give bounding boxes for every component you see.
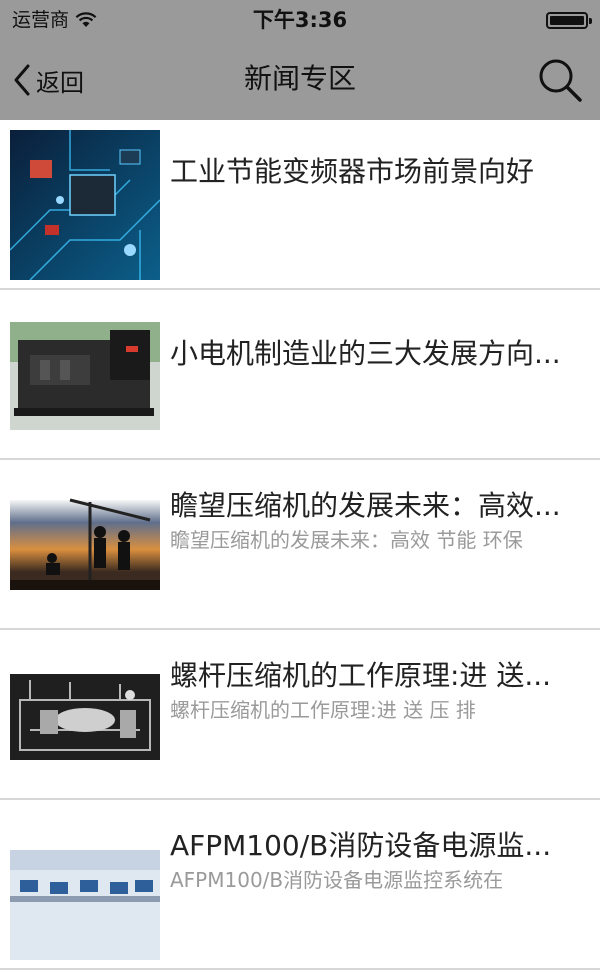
news-item[interactable]: 工业节能变频器市场前景向好 bbox=[0, 120, 600, 290]
news-title: 小电机制造业的三大发展方向... bbox=[170, 337, 561, 370]
navigation-bar: 返回 新闻专区 bbox=[0, 40, 600, 120]
news-title: 工业节能变频器市场前景向好 bbox=[170, 155, 535, 188]
status-time: 下午3:36 bbox=[252, 8, 348, 32]
news-summary: AFPM100/B消防设备电源监控系统在 bbox=[170, 868, 504, 892]
news-item[interactable]: AFPM100/B消防设备电源监... AFPM100/B消防设备电源监控系统在 bbox=[0, 800, 600, 970]
news-thumbnail-construction bbox=[10, 470, 160, 620]
news-title: AFPM100/B消防设备电源监... bbox=[170, 829, 552, 862]
search-button[interactable] bbox=[536, 56, 584, 104]
news-thumbnail-generator bbox=[10, 300, 160, 450]
news-thumbnail-office bbox=[10, 810, 160, 960]
news-summary: 瞻望压缩机的发展未来：高效 节能 环保 bbox=[170, 528, 523, 552]
news-item[interactable]: 螺杆压缩机的工作原理:进 送... 螺杆压缩机的工作原理:进 送 压 排 bbox=[0, 630, 600, 800]
back-label: 返回 bbox=[36, 68, 84, 97]
status-bar: 运营商 下午3:36 bbox=[0, 0, 600, 40]
back-button[interactable]: 返回 bbox=[12, 60, 84, 100]
news-summary: 螺杆压缩机的工作原理:进 送 压 排 bbox=[170, 698, 476, 722]
news-thumbnail-compressor bbox=[10, 640, 160, 790]
news-title: 瞻望压缩机的发展未来：高效... bbox=[170, 489, 561, 522]
news-item[interactable]: 小电机制造业的三大发展方向... bbox=[0, 290, 600, 460]
news-title: 螺杆压缩机的工作原理:进 送... bbox=[170, 659, 552, 692]
news-list: 工业节能变频器市场前景向好 小电机制造业的三大发展方向... 瞻望压缩机的发展未… bbox=[0, 120, 600, 970]
news-thumbnail-circuit bbox=[10, 130, 160, 280]
page-title: 新闻专区 bbox=[243, 62, 356, 95]
news-item[interactable]: 瞻望压缩机的发展未来：高效... 瞻望压缩机的发展未来：高效 节能 环保 bbox=[0, 460, 600, 630]
battery-icon bbox=[546, 12, 592, 29]
search-icon bbox=[539, 59, 582, 102]
chevron-left-icon bbox=[14, 64, 30, 96]
